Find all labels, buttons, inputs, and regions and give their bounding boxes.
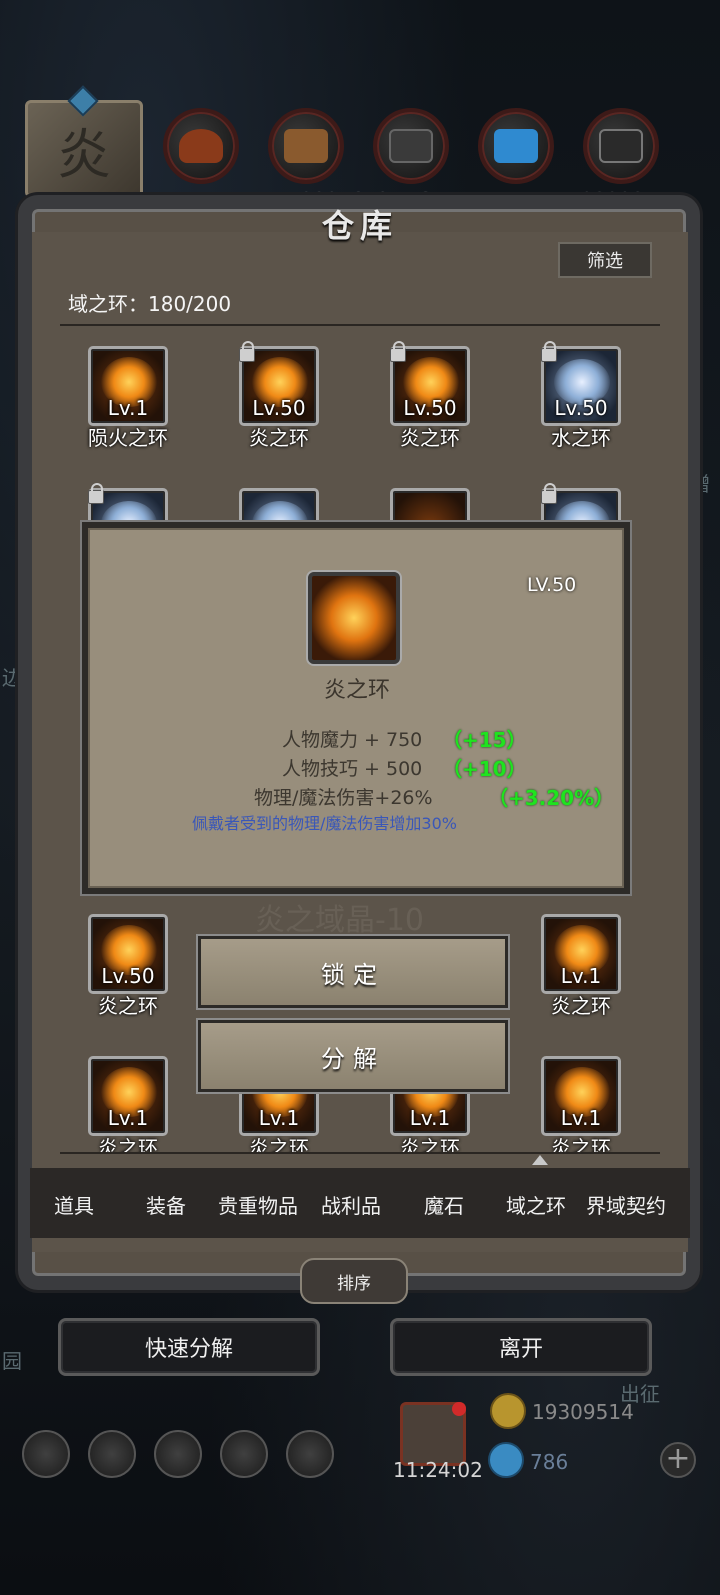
add-currency-icon[interactable]: + xyxy=(660,1442,696,1478)
item-slot[interactable]: Lv.50 炎之环 xyxy=(201,341,351,466)
stat-bonus: （+15） xyxy=(442,728,527,752)
castle-icon[interactable] xyxy=(154,1430,202,1478)
clock: 11:24:02 xyxy=(393,1458,483,1482)
item-detail-name: 炎之环 xyxy=(323,678,390,703)
lock-icon xyxy=(88,483,104,504)
item-name: 炎之环 xyxy=(551,1136,611,1152)
stat-line: 人物技巧 + 500 xyxy=(282,758,423,780)
item-name: 炎之环 xyxy=(249,426,309,450)
quick-decompose-button[interactable]: 快速分解 xyxy=(58,1318,320,1376)
item-level: Lv.1 xyxy=(560,1106,602,1130)
item-level: Lv.50 xyxy=(403,396,457,420)
ring-capacity: 域之环：180/200 xyxy=(68,292,232,316)
stat-line: 物理/魔法伤害+26% xyxy=(254,787,433,809)
gem-amount: 786 xyxy=(530,1450,569,1474)
resource-orb-icon[interactable] xyxy=(163,108,239,184)
item-level: Lv.50 xyxy=(252,396,306,420)
item-level: Lv.1 xyxy=(258,1106,300,1130)
background-item-label: 炎之域晶-10 xyxy=(255,903,424,938)
mail-icon[interactable] xyxy=(220,1430,268,1478)
settings-icon[interactable] xyxy=(22,1430,70,1478)
gem-icon xyxy=(488,1442,524,1478)
lock-button[interactable]: 锁定 xyxy=(198,936,508,1008)
stat-line: 人物魔力 + 750 xyxy=(282,729,423,751)
item-name: 炎之环 xyxy=(249,1136,309,1152)
side-label: 园 xyxy=(2,1349,22,1373)
item-name: 炎之环 xyxy=(98,994,158,1018)
divider xyxy=(60,324,660,326)
item-name: 炎之环 xyxy=(400,1136,460,1152)
tab-items[interactable]: 道具 xyxy=(54,1190,94,1219)
page-title: 仓库 xyxy=(321,207,398,245)
fire-ring-icon xyxy=(308,572,400,664)
item-effect-description: 佩戴者受到的物理/魔法伤害增加30% xyxy=(192,814,457,833)
decompose-button[interactable]: 分解 xyxy=(198,1020,508,1092)
item-detail-level: LV.50 xyxy=(527,574,577,596)
item-level: Lv.1 xyxy=(107,396,149,420)
tab-valuables[interactable]: 贵重物品 xyxy=(218,1190,298,1219)
item-slot[interactable]: Lv.50 炎之环 xyxy=(352,341,502,466)
item-slot[interactable]: Lv.50 水之环 xyxy=(503,341,653,466)
item-level: Lv.1 xyxy=(107,1106,149,1130)
gold-coin-icon xyxy=(490,1393,526,1429)
iron-icon[interactable] xyxy=(583,108,659,184)
item-slot[interactable]: Lv.1 陨火之环 xyxy=(50,346,200,466)
tab-domain-rings[interactable]: 域之环 xyxy=(506,1190,566,1219)
active-tab-indicator xyxy=(532,1155,548,1165)
leave-button[interactable]: 离开 xyxy=(390,1318,652,1376)
item-name: 陨火之环 xyxy=(88,426,168,450)
stat-bonus: （+3.20%） xyxy=(488,786,615,810)
badge-icon[interactable] xyxy=(88,1430,136,1478)
item-name: 炎之环 xyxy=(98,1136,158,1152)
gold-amount: 19309514 xyxy=(532,1400,634,1424)
item-name: 炎之环 xyxy=(551,994,611,1018)
item-level: Lv.50 xyxy=(101,964,155,988)
tab-loot[interactable]: 战利品 xyxy=(321,1190,381,1219)
tab-equipment[interactable]: 装备 xyxy=(146,1190,186,1219)
lock-icon xyxy=(541,341,557,362)
top-icon-row: 炎 9095650 3751 1498998 xyxy=(25,85,705,212)
item-slot[interactable]: Lv.1 炎之环 xyxy=(50,1056,200,1176)
item-name: 炎之环 xyxy=(400,426,460,450)
crystal-icon[interactable] xyxy=(478,108,554,184)
item-level: Lv.50 xyxy=(554,396,608,420)
avatar-glyph: 炎 xyxy=(57,122,111,186)
item-level: Lv.1 xyxy=(560,964,602,988)
lock-icon xyxy=(239,341,255,362)
lock-icon xyxy=(390,341,406,362)
sort-button[interactable]: 排序 xyxy=(300,1258,408,1304)
filter-button[interactable]: 筛选 xyxy=(558,242,652,278)
item-name: 水之环 xyxy=(551,426,611,450)
item-slot[interactable]: Lv.1 炎之环 xyxy=(503,914,653,1034)
item-slot[interactable]: Lv.50 炎之环 xyxy=(50,914,200,1034)
category-tabs: 道具 装备 贵重物品 战利品 魔石 域之环 界域契约 xyxy=(30,1168,690,1238)
tab-magic-stones[interactable]: 魔石 xyxy=(424,1190,464,1219)
tab-realm-contracts[interactable]: 界域契约 xyxy=(586,1190,666,1219)
notification-dot xyxy=(452,1402,466,1416)
wood-icon[interactable] xyxy=(268,108,344,184)
stone-icon[interactable] xyxy=(373,108,449,184)
item-level: Lv.1 xyxy=(409,1106,451,1130)
stat-bonus: （+10） xyxy=(442,757,527,781)
guild-icon[interactable] xyxy=(286,1430,334,1478)
item-slot[interactable]: Lv.1 炎之环 xyxy=(503,1056,653,1176)
lock-icon xyxy=(541,483,557,504)
